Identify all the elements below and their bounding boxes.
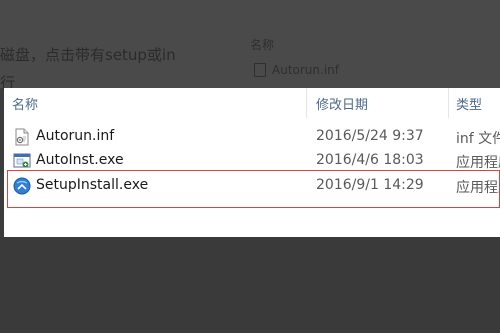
file-type: inf 文件 <box>456 131 500 147</box>
file-row-autoinst[interactable]: AutoInst.exe 2016/4/6 18:03 应用程序 <box>4 149 500 173</box>
file-name: Autorun.inf <box>36 128 115 144</box>
column-header-type[interactable]: 类型 <box>456 94 482 113</box>
column-header-row: 名称 修改日期 类型 <box>4 88 500 118</box>
file-row-autorun[interactable]: Autorun.inf 2016/5/24 9:37 inf 文件 <box>4 125 500 149</box>
column-divider[interactable] <box>306 88 307 118</box>
background-column-name: 名称 <box>250 38 275 52</box>
file-date-modified: 2016/4/6 18:03 <box>316 152 424 168</box>
file-date-modified: 2016/9/1 14:29 <box>316 177 424 193</box>
inf-file-icon <box>13 128 31 146</box>
file-icon <box>254 63 266 77</box>
article-text-line1: 磁盘，点击带有setup或in <box>0 46 176 64</box>
setup-installer-icon <box>13 177 31 195</box>
column-divider[interactable] <box>448 88 449 118</box>
background-article: 磁盘，点击带有setup或in 行 名称 Autorun.inf <box>0 0 500 92</box>
file-name: SetupInstall.exe <box>36 177 149 193</box>
background-file-name: Autorun.inf <box>272 63 339 77</box>
file-type: 应用程序 <box>456 155 500 171</box>
file-name: AutoInst.exe <box>36 152 124 168</box>
column-header-date-modified[interactable]: 修改日期 <box>316 94 368 113</box>
background-overlay <box>0 237 500 333</box>
background-file-entry: Autorun.inf <box>254 63 339 77</box>
file-type: 应用程序 <box>456 180 500 196</box>
exe-app-icon <box>13 152 31 170</box>
column-header-name[interactable]: 名称 <box>12 94 38 113</box>
file-row-setupinstall[interactable]: SetupInstall.exe 2016/9/1 14:29 应用程序 <box>4 174 500 198</box>
file-date-modified: 2016/5/24 9:37 <box>316 128 424 144</box>
file-explorer-panel: 名称 修改日期 类型 Autorun.inf 2016/5/24 9:37 in… <box>4 88 500 237</box>
